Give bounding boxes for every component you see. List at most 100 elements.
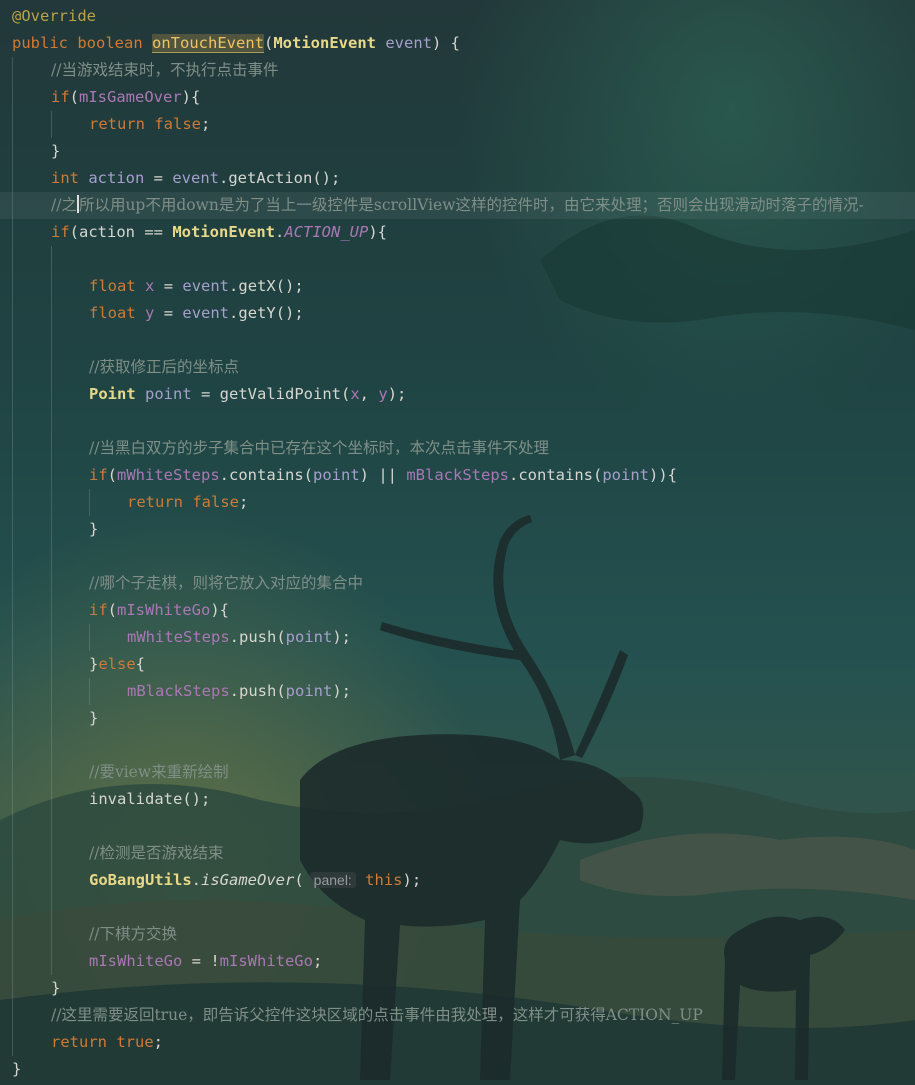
indent-guide: [51, 246, 52, 273]
code-token: );: [387, 385, 407, 403]
code-token: );: [332, 682, 351, 700]
code-token: ,: [359, 385, 379, 403]
code-editor[interactable]: @Override public boolean onTouchEvent(Mo…: [0, 0, 915, 1085]
code-line: }: [0, 516, 915, 543]
code-token: .getAction();: [219, 169, 341, 187]
code-line: if(mWhiteSteps.contains(point) || mBlack…: [0, 462, 915, 489]
parameter: event: [385, 34, 433, 52]
keyword: if: [89, 466, 108, 484]
keyword: else: [98, 655, 136, 673]
code-token: ;: [153, 1033, 164, 1051]
code-line: GoBangUtils.isGameOver(panel: this);: [0, 867, 915, 894]
indent-guide: [12, 867, 13, 894]
current-code-line: //之 所以用up不用down是为了当上一级控件是scrollView这样的控件时…: [0, 192, 915, 219]
variable: point: [602, 466, 649, 484]
keyword: true: [116, 1033, 154, 1051]
indent-guide: [51, 597, 52, 624]
indent-guide: [12, 57, 13, 84]
code-line: //获取修正后的坐标点: [0, 354, 915, 381]
indent-guide: [12, 543, 13, 570]
comment: //哪个子走棋，则将它放入对应的集合中: [89, 574, 363, 592]
indent-guide: [51, 327, 52, 354]
code-line: }: [0, 705, 915, 732]
indent-guide: [89, 678, 90, 705]
indent-guide: [12, 462, 13, 489]
code-token: {: [135, 655, 146, 673]
class-name: MotionEvent: [172, 223, 275, 241]
blank-code-line: [0, 894, 915, 921]
blank-code-line: [0, 408, 915, 435]
indent-guide: [12, 786, 13, 813]
code-token: ){: [368, 223, 387, 241]
indent-guide: [51, 381, 52, 408]
code-line: public boolean onTouchEvent(MotionEvent …: [0, 30, 915, 57]
class-name: GoBangUtils: [89, 871, 192, 889]
parameter-hint: panel:: [309, 872, 356, 888]
keyword: return: [89, 115, 145, 133]
indent-guide: [89, 489, 90, 516]
code-line: if(mIsGameOver){: [0, 84, 915, 111]
blank-code-line: [0, 246, 915, 273]
indent-guide: [12, 354, 13, 381]
indent-guide: [12, 948, 13, 975]
code-token: }: [51, 979, 61, 997]
code-token: }: [89, 655, 99, 673]
method-name-highlighted[interactable]: onTouchEvent: [152, 34, 264, 53]
code-token: ) {: [432, 34, 461, 52]
code-line: int action = event.getAction();: [0, 165, 915, 192]
code-line: return false;: [0, 489, 915, 516]
member-variable: mIsGameOver: [79, 88, 182, 106]
code-line: invalidate();: [0, 786, 915, 813]
indent-guide: [51, 435, 52, 462]
indent-guide: [12, 1002, 13, 1029]
code-token: (: [264, 34, 274, 52]
indent-guide: [51, 651, 52, 678]
variable: x: [350, 385, 360, 403]
indent-guide: [51, 759, 52, 786]
keyword: float: [89, 304, 136, 322]
indent-guide: [51, 867, 52, 894]
indent-guide: [51, 111, 52, 138]
indent-guide: [51, 543, 52, 570]
indent-guide: [51, 273, 52, 300]
code-token: (action ==: [69, 223, 173, 241]
keyword: return: [127, 493, 183, 511]
indent-guide: [12, 597, 13, 624]
indent-guide: [12, 489, 13, 516]
indent-guide: [51, 516, 52, 543]
indent-guide: [51, 921, 52, 948]
indent-guide: [12, 759, 13, 786]
indent-guide: [51, 300, 52, 327]
variable: point: [313, 466, 360, 484]
member-variable: mWhiteSteps: [117, 466, 220, 484]
code-line: if(action == MotionEvent.ACTION_UP){: [0, 219, 915, 246]
code-token: ){: [210, 601, 230, 619]
code-token: .push(: [229, 682, 286, 700]
blank-code-line: [0, 327, 915, 354]
indent-guide: [12, 192, 13, 219]
code-token: (: [107, 601, 118, 619]
indent-guide: [12, 651, 13, 678]
code-line: return true;: [0, 1029, 915, 1056]
code-token: );: [402, 871, 422, 889]
blank-code-line: [0, 813, 915, 840]
indent-guide: [51, 570, 52, 597]
code-token: =: [154, 277, 183, 295]
indent-guide: [51, 489, 52, 516]
indent-guide: [51, 732, 52, 759]
indent-guide: [51, 705, 52, 732]
indent-guide: [12, 921, 13, 948]
indent-guide: [12, 381, 13, 408]
keyword: int: [51, 169, 79, 187]
class-name: Point: [89, 385, 136, 403]
indent-guide: [89, 624, 90, 651]
parameter: event: [182, 277, 230, 295]
code-line: //当游戏结束时，不执行点击事件: [0, 57, 915, 84]
keyword: this: [365, 871, 403, 889]
member-variable: mIsWhiteGo: [117, 601, 211, 619]
code-token: (: [294, 871, 304, 889]
constant: ACTION_UP: [284, 223, 369, 241]
code-token: }: [89, 520, 99, 538]
code-token: )){: [649, 466, 677, 484]
code-line: //要view来重新绘制: [0, 759, 915, 786]
